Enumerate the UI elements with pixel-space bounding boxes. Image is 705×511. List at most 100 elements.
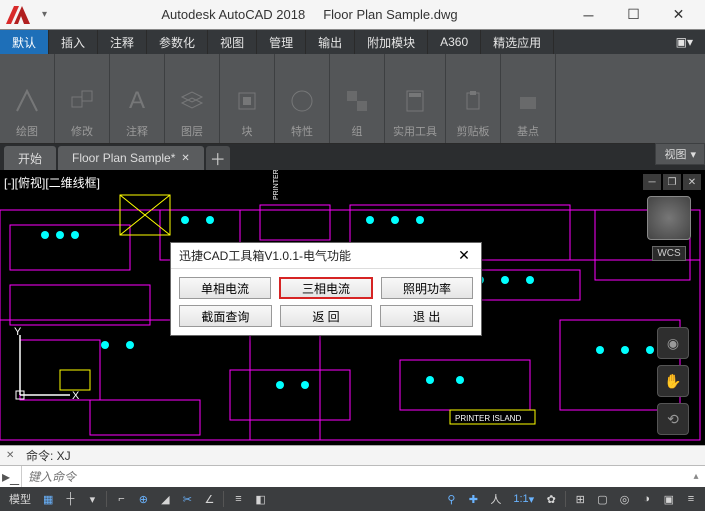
chevron-down-icon: ▾	[690, 148, 696, 161]
status-custom-icon[interactable]: ≡	[681, 489, 701, 509]
ribbon-panel-group[interactable]: 组	[330, 54, 385, 143]
viewport-label[interactable]: [-][俯视][二维线框]	[4, 174, 100, 191]
status-scale[interactable]: 1:1▾	[508, 489, 539, 509]
app-title: Autodesk AutoCAD 2018	[161, 7, 305, 22]
file-title: Floor Plan Sample.dwg	[323, 7, 457, 22]
status-iso-icon[interactable]: ◢	[155, 489, 175, 509]
status-polar-icon[interactable]: ⊕	[133, 489, 153, 509]
status-osnap-icon[interactable]: ✂	[177, 489, 197, 509]
dialog-title-text: 迅捷CAD工具箱V1.0.1-电气功能	[179, 247, 455, 264]
dialog-titlebar[interactable]: 迅捷CAD工具箱V1.0.1-电气功能 ✕	[171, 243, 481, 269]
quick-access-dropdown-icon[interactable]: ▾	[42, 9, 47, 20]
command-close-icon[interactable]: ✕	[6, 450, 22, 461]
view-cube[interactable]: WCS	[641, 196, 697, 261]
svg-text:Y: Y	[14, 326, 22, 338]
status-popup-icon[interactable]: ▾	[82, 489, 102, 509]
menu-bar: 默认 插入 注释 参数化 视图 管理 输出 附加模块 A360 精选应用 ▣▾	[0, 30, 705, 54]
menu-tab-param[interactable]: 参数化	[147, 30, 208, 54]
draw-icon	[11, 85, 43, 117]
basepoint-icon	[512, 85, 544, 117]
close-button[interactable]: ✕	[656, 1, 701, 29]
command-prompt-icon[interactable]: ▸_	[0, 466, 22, 487]
canvas-minimize-icon[interactable]: ─	[643, 174, 661, 190]
dlg-btn-single-phase[interactable]: 单相电流	[179, 277, 271, 299]
nav-pan-icon[interactable]: ✋	[657, 365, 689, 397]
minimize-button[interactable]: ─	[566, 1, 611, 29]
menu-tab-a360[interactable]: A360	[428, 30, 481, 54]
dlg-btn-section-query[interactable]: 截面查询	[179, 305, 272, 327]
canvas-close-icon[interactable]: ✕	[683, 174, 701, 190]
ribbon-panel-layers[interactable]: 图层	[165, 54, 220, 143]
dlg-btn-lighting-power[interactable]: 照明功率	[381, 277, 473, 299]
status-grid-icon[interactable]: ▦	[38, 489, 58, 509]
status-hardware-icon[interactable]: ◎	[615, 489, 635, 509]
tab-close-icon[interactable]: ✕	[181, 153, 189, 164]
command-zone: ✕ 命令: XJ ▸_ ▴	[0, 445, 705, 487]
file-tabs: 开始 Floor Plan Sample* ✕ ＋	[0, 144, 705, 170]
nav-wheel-icon[interactable]: ◉	[657, 327, 689, 359]
properties-icon	[286, 85, 318, 117]
maximize-button[interactable]: ☐	[611, 1, 656, 29]
command-history-line: ✕ 命令: XJ	[0, 445, 705, 465]
tab-start[interactable]: 开始	[4, 146, 56, 170]
status-bar: 模型 ▦ ┼ ▾ ⌐ ⊕ ◢ ✂ ∠ ≡ ◧ ⚲ ✚ 人 1:1▾ ✿ ⊞ ▢ …	[0, 487, 705, 511]
clipboard-icon	[457, 85, 489, 117]
status-otrack-icon[interactable]: ∠	[199, 489, 219, 509]
ribbon-panel-props[interactable]: 特性	[275, 54, 330, 143]
menu-collapse-icon[interactable]: ▣▾	[664, 30, 705, 54]
menu-tab-manage[interactable]: 管理	[257, 30, 306, 54]
menu-tab-output[interactable]: 输出	[306, 30, 355, 54]
group-icon	[341, 85, 373, 117]
cube-icon[interactable]	[647, 196, 691, 240]
command-input[interactable]	[22, 466, 687, 487]
tab-floorplan[interactable]: Floor Plan Sample* ✕	[58, 146, 204, 170]
command-expand-icon[interactable]: ▴	[687, 471, 705, 482]
ribbon-panel-modify[interactable]: 修改	[55, 54, 110, 143]
tab-add-button[interactable]: ＋	[206, 146, 230, 170]
nav-orbit-icon[interactable]: ⟲	[657, 403, 689, 435]
status-ortho-icon[interactable]: ⌐	[111, 489, 131, 509]
status-model[interactable]: 模型	[4, 489, 36, 509]
ribbon-panel-basepoint[interactable]: 基点	[501, 54, 556, 143]
status-lineweight-icon[interactable]: ≡	[228, 489, 248, 509]
canvas-restore-icon[interactable]: ❐	[663, 174, 681, 190]
layers-icon	[176, 85, 208, 117]
text-icon: A	[121, 85, 153, 117]
menu-tab-view[interactable]: 视图	[208, 30, 257, 54]
status-max-icon[interactable]: ▢	[592, 489, 612, 509]
status-annomonitor-icon[interactable]: ✚	[463, 489, 483, 509]
status-clean-icon[interactable]: ▣	[659, 489, 679, 509]
status-gear-icon[interactable]: ✿	[541, 489, 561, 509]
wcs-label[interactable]: WCS	[652, 246, 685, 261]
calculator-icon	[399, 85, 431, 117]
svg-text:PRINTER ISLAND: PRINTER ISLAND	[273, 170, 280, 200]
menu-tab-default[interactable]: 默认	[0, 30, 49, 54]
modify-icon	[66, 85, 98, 117]
svg-text:X: X	[72, 390, 80, 402]
menu-tab-annotate[interactable]: 注释	[98, 30, 147, 54]
menu-tab-addins[interactable]: 附加模块	[355, 30, 428, 54]
ribbon: 绘图 修改 A 注释 图层 块 特性 组 实用工具 剪贴板 基点 视图 ▾	[0, 54, 705, 144]
status-snap-icon[interactable]: ┼	[60, 489, 80, 509]
ribbon-panel-block[interactable]: 块	[220, 54, 275, 143]
dlg-btn-three-phase[interactable]: 三相电流	[279, 277, 373, 299]
status-isolate-icon[interactable]: ◑	[637, 489, 657, 509]
status-transparency-icon[interactable]: ◧	[250, 489, 270, 509]
status-workspace-icon[interactable]: ⊞	[570, 489, 590, 509]
status-annoviz-icon[interactable]: 人	[485, 489, 506, 509]
ribbon-panel-annotate[interactable]: A 注释	[110, 54, 165, 143]
menu-tab-insert[interactable]: 插入	[49, 30, 98, 54]
block-icon	[231, 85, 263, 117]
printer-island-label: PRINTER ISLAND	[455, 414, 521, 423]
menu-tab-featured[interactable]: 精选应用	[481, 30, 554, 54]
status-annoscale-icon[interactable]: ⚲	[441, 489, 461, 509]
view-strip[interactable]: 视图 ▾	[655, 143, 705, 165]
dialog-close-button[interactable]: ✕	[455, 247, 473, 264]
dlg-btn-exit[interactable]: 退 出	[380, 305, 473, 327]
ribbon-panel-utils[interactable]: 实用工具	[385, 54, 446, 143]
ribbon-panel-draw[interactable]: 绘图	[0, 54, 55, 143]
dlg-btn-return[interactable]: 返 回	[280, 305, 373, 327]
ucs-icon: Y X	[10, 325, 80, 405]
app-logo-icon	[4, 4, 32, 26]
ribbon-panel-clipboard[interactable]: 剪贴板	[446, 54, 501, 143]
